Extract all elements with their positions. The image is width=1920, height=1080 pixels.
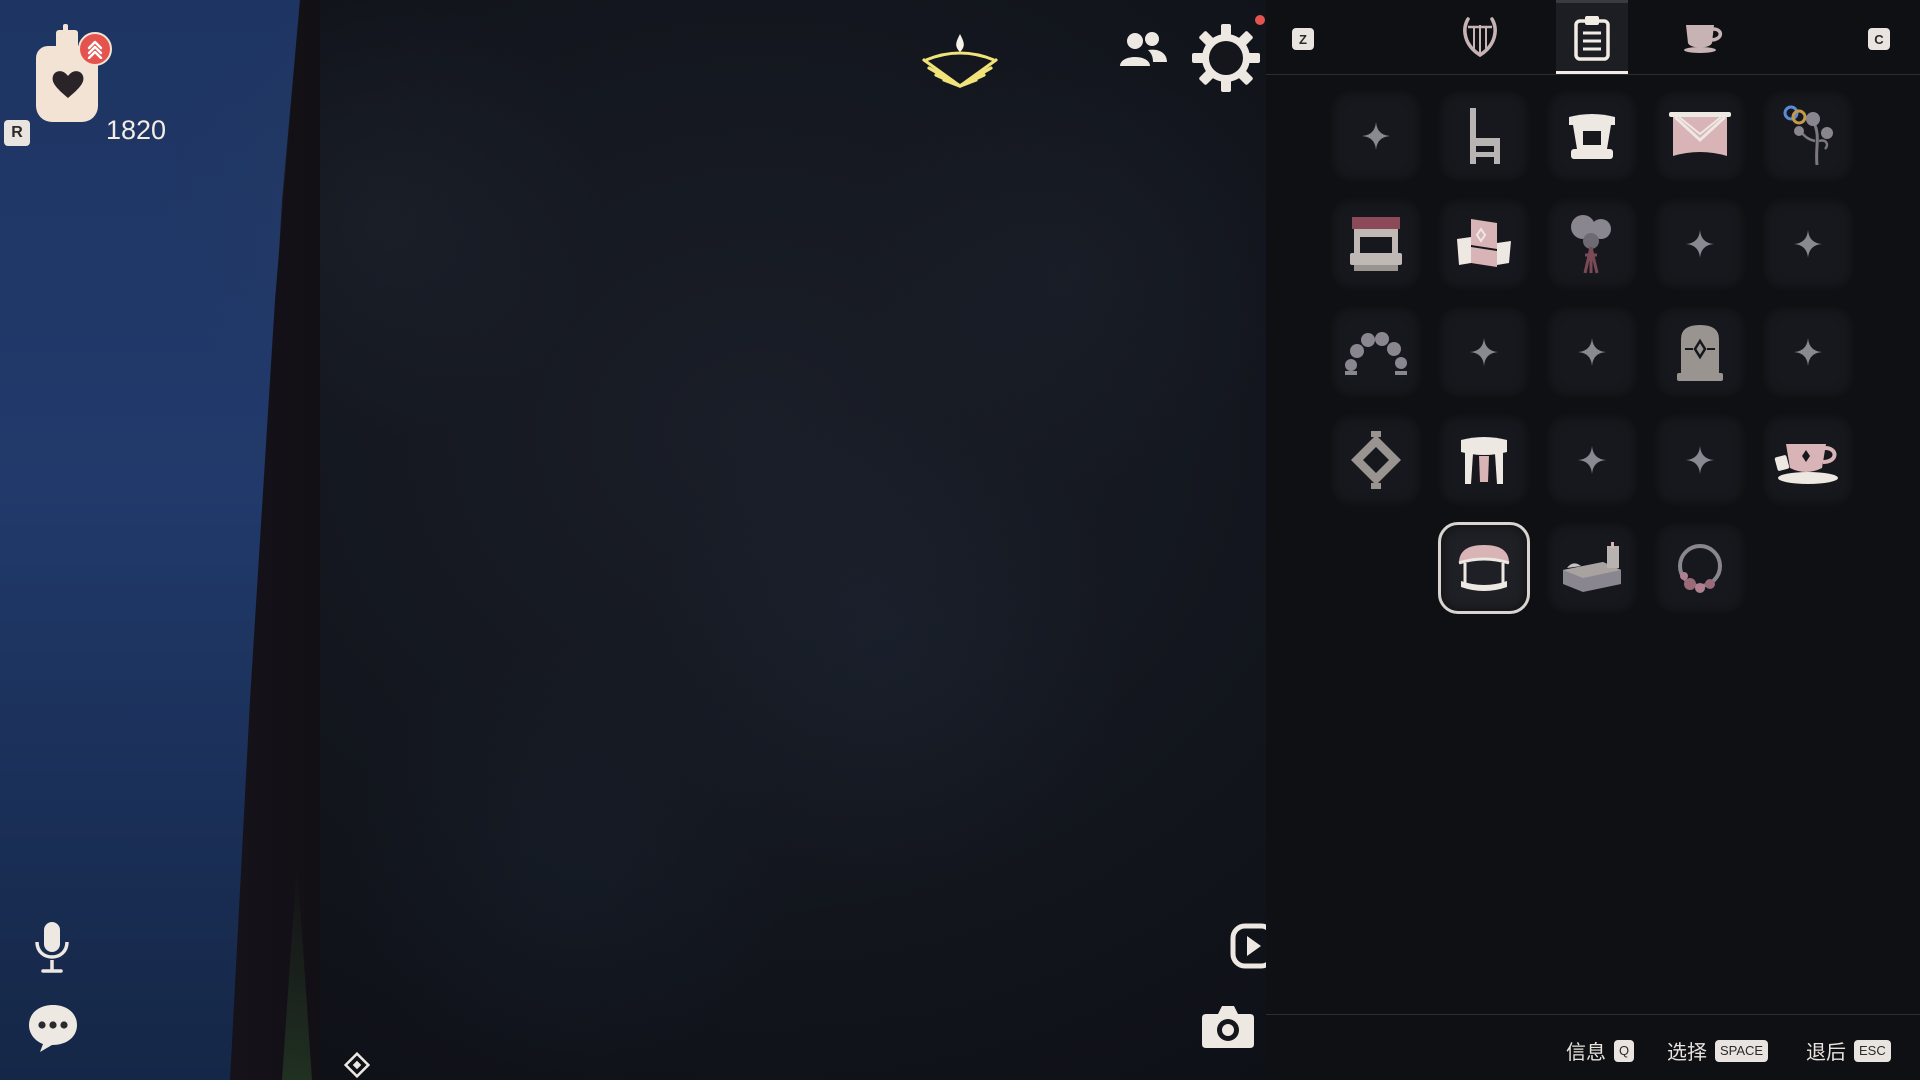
next-tab-hotkey: C	[1868, 28, 1890, 50]
hint-select-key: SPACE	[1715, 1039, 1769, 1062]
prop-slot-empty[interactable]	[1438, 306, 1530, 398]
level-up-badge-icon	[78, 32, 112, 66]
prop-slot-flower-bouquet[interactable]	[1546, 198, 1638, 290]
settings-notification-dot	[1255, 15, 1265, 25]
prop-slot-tombstone[interactable]	[1654, 306, 1746, 398]
winged-light-fan-icon[interactable]	[920, 30, 1000, 90]
tombstone-icon	[1677, 325, 1723, 381]
hint-info-key: Q	[1614, 1039, 1635, 1062]
prop-slot-stool[interactable]	[1438, 414, 1530, 506]
props-panel: Z C 信息 Q 选择 SPACE 退后 ESC	[1266, 0, 1920, 1080]
sparkle-icon	[1686, 230, 1714, 258]
prop-slot-teacup-set[interactable]	[1762, 414, 1854, 506]
prop-slot-flower-branch[interactable]	[1762, 90, 1854, 182]
hint-info-label: 信息	[1566, 1042, 1606, 1064]
pedestal-icon	[1569, 114, 1615, 159]
prop-slot-banner[interactable]	[1654, 90, 1746, 182]
flower-bouquet-icon	[1571, 215, 1611, 274]
sparkle-icon	[1794, 338, 1822, 366]
sparkle-icon	[1362, 122, 1390, 150]
game-scene	[0, 0, 1266, 1080]
tab-consumables[interactable]	[1668, 0, 1740, 74]
prop-slot-empty[interactable]	[1330, 90, 1422, 182]
teacup-icon	[1684, 25, 1723, 53]
sparkle-icon	[1686, 446, 1714, 474]
arch-icon	[1345, 332, 1407, 375]
sparkle-icon	[1470, 338, 1498, 366]
clipboard-icon	[1574, 16, 1610, 61]
prop-slot-empty[interactable]	[1762, 198, 1854, 290]
sparkle-icon	[1578, 338, 1606, 366]
prop-slot-empty[interactable]	[1546, 306, 1638, 398]
prop-slot-bed[interactable]	[1546, 522, 1638, 614]
banner-icon	[1669, 112, 1731, 156]
prop-slot-empty[interactable]	[1546, 414, 1638, 506]
prop-slot-flower-wreath[interactable]	[1654, 522, 1746, 614]
hint-select[interactable]: 选择 SPACE	[1667, 1036, 1769, 1065]
prop-slot-empty[interactable]	[1762, 306, 1854, 398]
tab-props[interactable]	[1556, 0, 1628, 74]
microphone-icon[interactable]	[32, 920, 72, 975]
stool-icon	[1461, 437, 1507, 484]
lyre-icon	[1463, 17, 1497, 58]
hint-info[interactable]: 信息 Q	[1566, 1036, 1635, 1065]
bed-icon	[1563, 542, 1621, 592]
prop-slot-empty[interactable]	[1654, 414, 1746, 506]
sparkle-icon	[1578, 446, 1606, 474]
heart-icon	[52, 71, 84, 98]
teacup-set-icon	[1774, 444, 1838, 484]
home-marker-icon	[344, 1052, 370, 1078]
armchair-icon	[1457, 219, 1511, 267]
prop-slot-pedestal[interactable]	[1546, 90, 1638, 182]
prev-tab-hotkey: Z	[1292, 28, 1314, 50]
candle-currency-button[interactable]	[30, 24, 112, 126]
candle-hotkey: R	[4, 120, 30, 146]
hint-back-key: ESC	[1854, 1039, 1891, 1062]
prop-slot-market-stall[interactable]	[1330, 198, 1422, 290]
canopy-swing-icon	[1458, 545, 1510, 591]
hint-back-label: 退后	[1806, 1042, 1846, 1064]
flower-branch-icon	[1783, 105, 1833, 166]
chair-icon	[1470, 108, 1500, 164]
camera-icon[interactable]	[1200, 1002, 1256, 1050]
flower-wreath-icon	[1678, 544, 1722, 593]
prop-slot-armchair[interactable]	[1438, 198, 1530, 290]
tab-instruments[interactable]	[1444, 0, 1516, 74]
lantern-icon	[1351, 431, 1401, 489]
prop-slot-lantern[interactable]	[1330, 414, 1422, 506]
prop-slot-canopy-swing[interactable]	[1438, 522, 1530, 614]
chat-bubble-icon[interactable]	[26, 1002, 80, 1054]
settings-gear-icon[interactable]	[1190, 22, 1262, 94]
hint-select-label: 选择	[1667, 1042, 1707, 1064]
sparkle-icon	[1794, 230, 1822, 258]
prop-slot-chair[interactable]	[1438, 90, 1530, 182]
panel-tab-bar: Z C	[1266, 0, 1920, 75]
stone-wall-texture	[0, 0, 1266, 1080]
prop-slot-arch[interactable]	[1330, 306, 1422, 398]
candle-count: 1820	[106, 115, 167, 145]
prop-slot-empty[interactable]	[1654, 198, 1746, 290]
hint-back[interactable]: 退后 ESC	[1806, 1036, 1891, 1065]
friends-icon[interactable]	[1118, 30, 1168, 70]
market-stall-icon	[1350, 217, 1402, 271]
